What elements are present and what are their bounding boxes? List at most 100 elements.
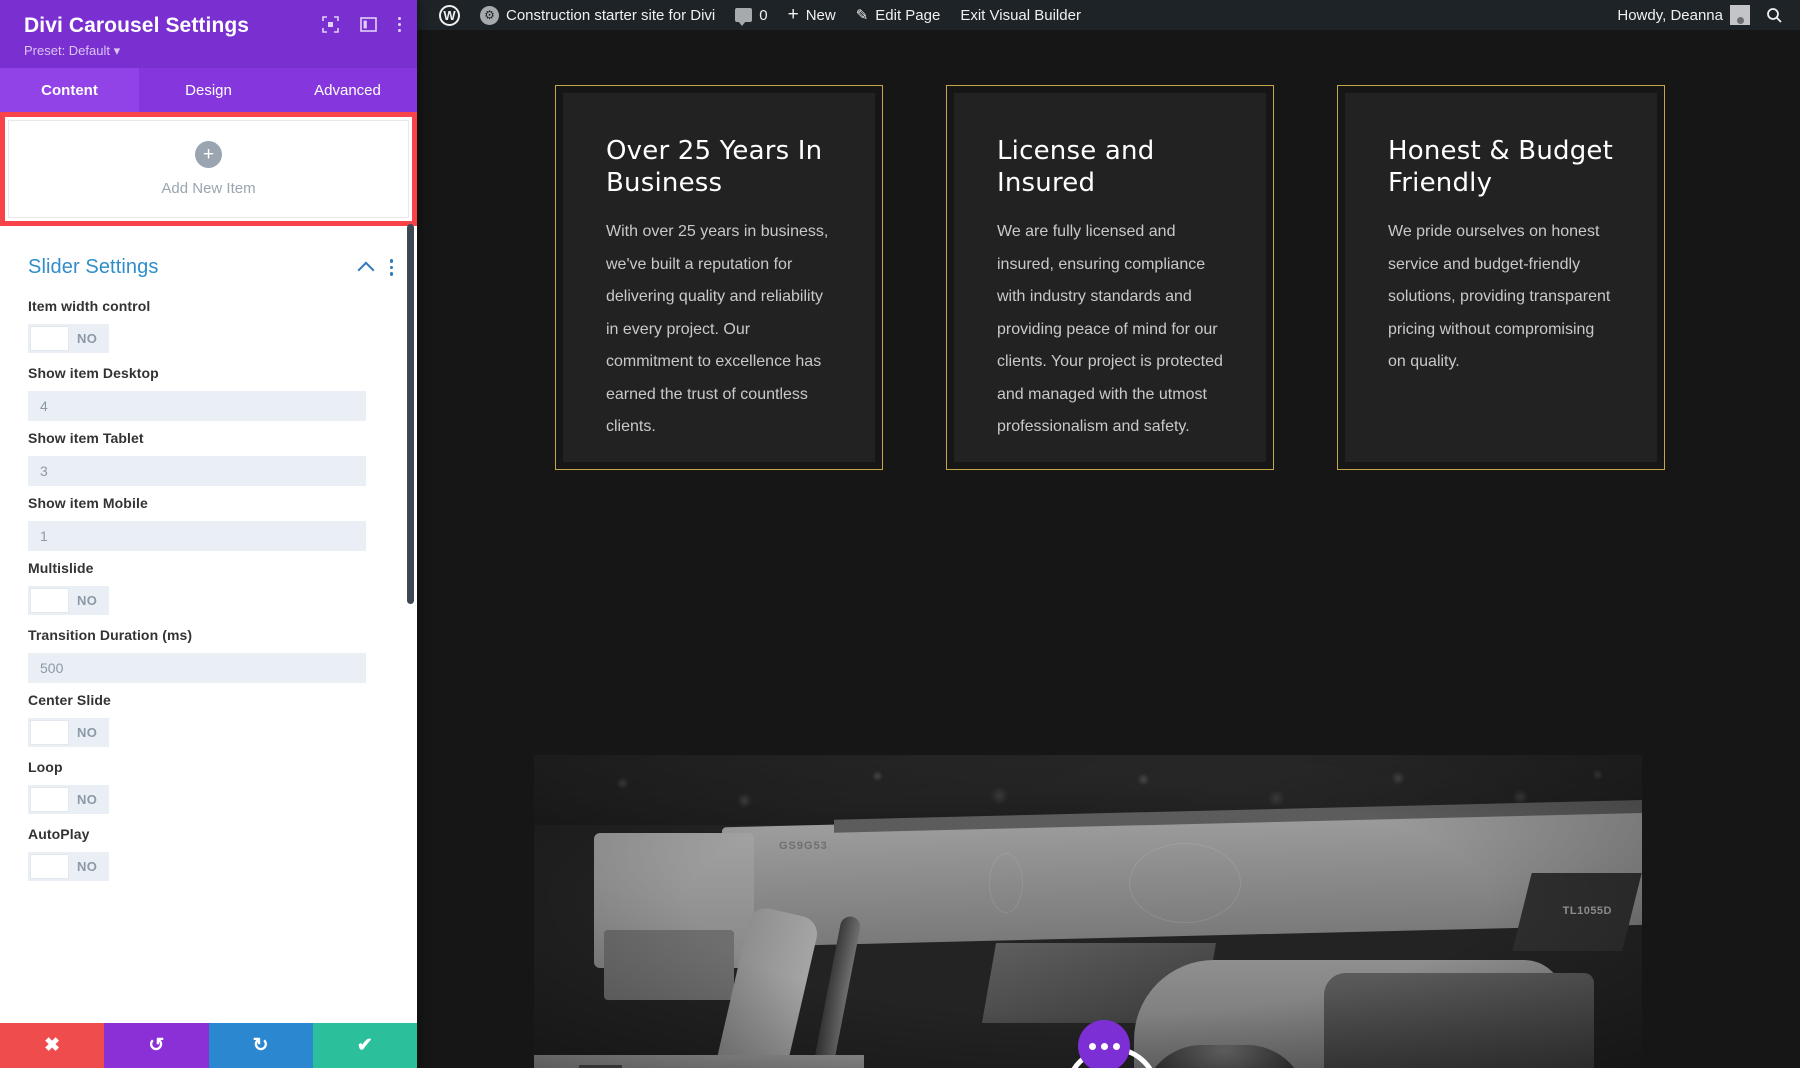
vertical-dots-icon[interactable] [389, 259, 393, 276]
site-name-menu[interactable]: ⚙ Construction starter site for Divi [470, 0, 725, 30]
toggle-value: NO [77, 331, 98, 347]
field-show-item-mobile: Show item Mobile [0, 486, 417, 552]
panel-tabs: Content Design Advanced [0, 68, 417, 113]
edit-page-link[interactable]: ✎ Edit Page [846, 0, 951, 30]
exit-visual-builder-label: Exit Visual Builder [960, 6, 1081, 24]
panel-layout-icon[interactable] [360, 16, 377, 33]
tab-advanced[interactable]: Advanced [278, 68, 417, 112]
redo-button[interactable]: ↻ [208, 1023, 313, 1068]
undo-arrow-icon: ↺ [148, 1035, 165, 1056]
undo-button[interactable]: ↺ [104, 1023, 209, 1068]
preset-selector[interactable]: Preset: Default ▾ [24, 43, 399, 59]
field-label: Multislide [28, 560, 94, 577]
add-new-item-button[interactable]: + Add New Item [8, 120, 409, 219]
show-item-mobile-input[interactable] [28, 521, 366, 552]
save-button[interactable]: ✔ [312, 1023, 417, 1068]
toggle-autoplay[interactable]: NO [28, 852, 110, 882]
carousel-card-inner: Over 25 Years In Business With over 25 y… [563, 93, 875, 462]
dot [389, 272, 393, 276]
field-label: Show item Mobile [28, 495, 148, 512]
dot [1100, 1042, 1108, 1050]
field-loop: Loop NO [0, 750, 417, 817]
field-multislide: Multislide NO [0, 551, 417, 618]
dot [398, 17, 401, 20]
section-header-actions [357, 259, 393, 279]
toggle-value: NO [77, 725, 98, 741]
checkmark-icon: ✔ [356, 1035, 373, 1056]
focus-target-icon[interactable] [322, 16, 339, 33]
toggle-value: NO [77, 593, 98, 609]
my-account-menu[interactable]: Howdy, Deanna [1607, 0, 1760, 30]
carousel-card-title: Over 25 Years In Business [606, 136, 823, 198]
field-label: Loop [28, 759, 63, 776]
chevron-up-icon[interactable] [357, 261, 374, 279]
section-title: Slider Settings [28, 256, 159, 279]
carousel-card-inner: Honest & Budget Friendly We pride oursel… [1345, 93, 1657, 462]
comments-menu[interactable]: 0 [725, 0, 777, 30]
construction-machine-image[interactable]: CAT TL1055D GS9G53 [534, 755, 1642, 1068]
admin-bar-left-group: W ⚙ Construction starter site for Divi 0… [417, 0, 1091, 30]
exit-visual-builder-link[interactable]: Exit Visual Builder [950, 0, 1091, 30]
field-label: Transition Duration (ms) [28, 627, 193, 644]
comment-bubble-icon [735, 8, 753, 26]
cancel-button[interactable]: ✖ [0, 1023, 105, 1068]
carousel-card-inner: License and Insured We are fully license… [954, 93, 1266, 462]
toggle-knob [30, 787, 69, 813]
module-settings-panel: Divi Carousel Settings Preset: Default ▾ [0, 0, 417, 1068]
panel-header: Divi Carousel Settings Preset: Default ▾ [0, 0, 417, 69]
add-new-item-highlight: + Add New Item [0, 112, 417, 227]
dot [389, 259, 393, 263]
field-item-width-control: Item width control NO [0, 289, 417, 356]
panel-footer-actions: ✖ ↺ ↻ ✔ [0, 1023, 417, 1068]
page-canvas: Over 25 Years In Business With over 25 y… [417, 30, 1800, 1068]
toggle-knob [30, 720, 69, 746]
field-transition-duration: Transition Duration (ms) [0, 618, 417, 684]
dot [1112, 1042, 1120, 1050]
add-new-item-label: Add New Item [161, 180, 256, 198]
toggle-knob [30, 588, 69, 614]
wordpress-logo-icon: W [439, 4, 460, 26]
pencil-icon: ✎ [855, 7, 869, 24]
field-label: Center Slide [28, 692, 111, 709]
show-item-desktop-input[interactable] [28, 391, 366, 422]
vertical-dots-icon[interactable] [398, 17, 401, 32]
toggle-multislide[interactable]: NO [28, 586, 110, 616]
field-show-item-desktop: Show item Desktop [0, 356, 417, 422]
field-label: Show item Tablet [28, 430, 144, 447]
three-dots-icon[interactable] [1078, 1020, 1130, 1068]
video-overlay-controls [1052, 1020, 1172, 1068]
toggle-item-width-control[interactable]: NO [28, 324, 110, 354]
show-item-tablet-input[interactable] [28, 456, 366, 487]
field-label: Show item Desktop [28, 365, 159, 382]
toggle-loop[interactable]: NO [28, 785, 110, 815]
panel-scrollbar[interactable] [407, 224, 414, 605]
toggle-knob [30, 854, 69, 880]
field-show-item-tablet: Show item Tablet [0, 421, 417, 487]
site-dashboard-icon: ⚙ [480, 5, 499, 25]
close-x-icon: ✖ [44, 1035, 61, 1056]
carousel-card-body: With over 25 years in business, we've bu… [606, 223, 829, 436]
dot [398, 29, 401, 32]
new-content-menu[interactable]: + New [778, 0, 846, 30]
chevron-down-icon: ▾ [113, 43, 121, 59]
preset-label: Preset: Default [24, 43, 110, 59]
redo-arrow-icon: ↻ [252, 1035, 269, 1056]
field-center-slide: Center Slide NO [0, 683, 417, 750]
search-icon[interactable] [1760, 7, 1788, 23]
carousel-card[interactable]: Over 25 Years In Business With over 25 y… [555, 85, 883, 470]
tab-design[interactable]: Design [139, 68, 278, 112]
field-label: AutoPlay [28, 826, 90, 843]
new-label: New [805, 6, 836, 24]
wordpress-logo-menu[interactable]: W [429, 0, 470, 30]
avatar-head [1736, 17, 1744, 24]
wordpress-admin-bar: W ⚙ Construction starter site for Divi 0… [417, 0, 1800, 30]
dot [1088, 1042, 1096, 1050]
carousel-card[interactable]: Honest & Budget Friendly We pride oursel… [1337, 85, 1665, 470]
carousel-card[interactable]: License and Insured We are fully license… [946, 85, 1274, 470]
tab-content[interactable]: Content [0, 68, 139, 113]
transition-duration-input[interactable] [28, 653, 366, 684]
toggle-value: NO [77, 859, 98, 875]
plus-icon: + [787, 4, 799, 25]
toggle-center-slide[interactable]: NO [28, 718, 110, 748]
dot [398, 23, 401, 26]
